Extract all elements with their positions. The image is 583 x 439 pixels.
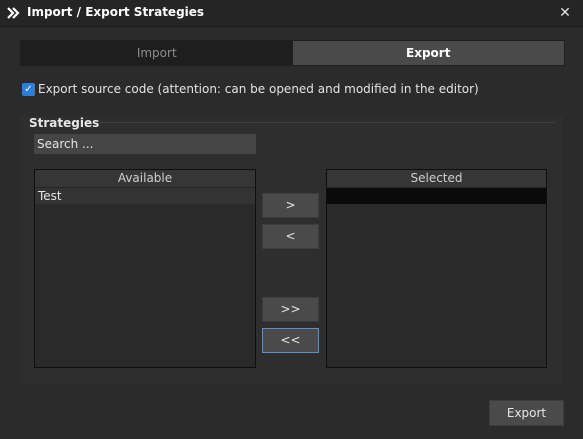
title-bar: Import / Export Strategies ✕: [0, 0, 583, 27]
strategies-group: Strategies Available Test > < >> << Sele…: [20, 116, 563, 383]
tab-import[interactable]: Import: [21, 41, 293, 65]
window-title: Import / Export Strategies: [27, 5, 205, 19]
double-chevron-right-icon: [7, 7, 20, 19]
export-source-code-option[interactable]: ✓ Export source code (attention: can be …: [22, 81, 479, 97]
remove-all-button[interactable]: <<: [262, 328, 319, 353]
add-all-button[interactable]: >>: [262, 297, 319, 322]
search-input[interactable]: [34, 134, 256, 154]
list-item[interactable]: Test: [35, 188, 255, 204]
available-list[interactable]: Available Test: [34, 169, 256, 368]
export-button[interactable]: Export: [489, 400, 564, 426]
group-divider: [100, 122, 555, 123]
remove-selected-button[interactable]: <: [262, 224, 319, 249]
selected-list[interactable]: Selected: [326, 169, 547, 368]
export-source-code-label: Export source code (attention: can be op…: [38, 82, 479, 96]
mode-tabs: Import Export: [20, 40, 565, 66]
selected-list-header: Selected: [327, 170, 546, 188]
add-selected-button[interactable]: >: [262, 193, 319, 218]
tab-export[interactable]: Export: [292, 41, 564, 65]
strategies-group-title: Strategies: [29, 116, 100, 130]
export-source-code-checkbox[interactable]: ✓: [22, 82, 35, 96]
available-list-header: Available: [35, 170, 255, 188]
close-icon[interactable]: ✕: [554, 3, 576, 23]
import-export-dialog: Import / Export Strategies ✕ Import Expo…: [0, 0, 583, 439]
list-item[interactable]: [327, 188, 546, 204]
